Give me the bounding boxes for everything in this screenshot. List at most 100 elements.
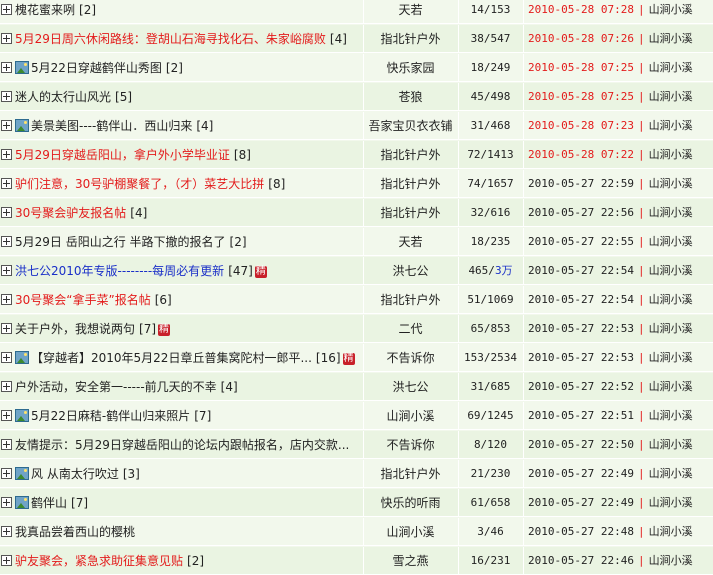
- thread-title-link[interactable]: 关于户外，我想说两句: [15, 322, 135, 336]
- expand-icon[interactable]: [1, 410, 12, 421]
- last-poster-link[interactable]: 山涧小溪: [649, 496, 693, 509]
- page-count[interactable]: [4]: [221, 380, 238, 394]
- last-post-time[interactable]: 2010-05-27 22:59: [528, 177, 634, 190]
- page-count[interactable]: [3]: [123, 467, 140, 481]
- last-post-time[interactable]: 2010-05-27 22:48: [528, 525, 634, 538]
- thread-title-link[interactable]: 5月29日周六休闲路线：登胡山石海寻找化石、朱家峪腐败: [15, 32, 326, 46]
- page-count[interactable]: [47]: [228, 264, 253, 278]
- page-count[interactable]: [16]: [316, 351, 341, 365]
- expand-icon[interactable]: [1, 555, 12, 566]
- last-poster-link[interactable]: 山涧小溪: [649, 206, 693, 219]
- expand-icon[interactable]: [1, 468, 12, 479]
- last-post-time[interactable]: 2010-05-27 22:51: [528, 409, 634, 422]
- thread-title-link[interactable]: 5月22日麻秸-鹤伴山归来照片: [31, 409, 190, 423]
- expand-icon[interactable]: [1, 149, 12, 160]
- last-post-time[interactable]: 2010-05-28 07:22: [528, 148, 634, 161]
- thread-title-link[interactable]: 5月29日穿越岳阳山，拿户外小学毕业证: [15, 148, 230, 162]
- last-poster-link[interactable]: 山涧小溪: [649, 525, 693, 538]
- thread-title-link[interactable]: 美景美图----鹤伴山．西山归来: [31, 119, 192, 133]
- thread-title-link[interactable]: 洪七公2010年专版--------每周必有更新: [15, 264, 224, 278]
- expand-icon[interactable]: [1, 352, 12, 363]
- expand-icon[interactable]: [1, 236, 12, 247]
- thread-title-link[interactable]: 驴友聚会，紧急求助征集意见贴: [15, 554, 183, 568]
- author-link[interactable]: 山涧小溪: [386, 409, 434, 423]
- author-link[interactable]: 苍狼: [398, 90, 422, 104]
- last-poster-link[interactable]: 山涧小溪: [649, 148, 693, 161]
- thread-title-link[interactable]: 5月22日穿越鹤伴山秀图: [31, 61, 162, 75]
- thread-title-link[interactable]: 鹤伴山: [31, 496, 67, 510]
- author-link[interactable]: 指北针户外: [380, 32, 440, 46]
- thread-title-link[interactable]: 风 从南太行吹过: [31, 467, 119, 481]
- last-poster-link[interactable]: 山涧小溪: [649, 293, 693, 306]
- author-link[interactable]: 不告诉你: [386, 351, 434, 365]
- last-post-time[interactable]: 2010-05-28 07:28: [528, 3, 634, 16]
- expand-icon[interactable]: [1, 207, 12, 218]
- last-post-time[interactable]: 2010-05-27 22:53: [528, 351, 634, 364]
- last-post-time[interactable]: 2010-05-27 22:49: [528, 496, 634, 509]
- expand-icon[interactable]: [1, 178, 12, 189]
- expand-icon[interactable]: [1, 294, 12, 305]
- last-post-time[interactable]: 2010-05-28 07:23: [528, 119, 634, 132]
- expand-icon[interactable]: [1, 526, 12, 537]
- last-poster-link[interactable]: 山涧小溪: [649, 3, 693, 16]
- page-count[interactable]: [8]: [268, 177, 285, 191]
- thread-title-link[interactable]: 5月29日 岳阳山之行 半路下撤的报名了: [15, 235, 226, 249]
- last-post-time[interactable]: 2010-05-27 22:56: [528, 206, 634, 219]
- last-post-time[interactable]: 2010-05-27 22:55: [528, 235, 634, 248]
- last-post-time[interactable]: 2010-05-28 07:25: [528, 90, 634, 103]
- last-poster-link[interactable]: 山涧小溪: [649, 264, 693, 277]
- last-poster-link[interactable]: 山涧小溪: [649, 119, 693, 132]
- page-count[interactable]: [8]: [234, 148, 251, 162]
- thread-title-link[interactable]: 驴们注意，30号驴棚聚餐了，（才）菜艺大比拼: [15, 177, 264, 191]
- last-poster-link[interactable]: 山涧小溪: [649, 322, 693, 335]
- page-count[interactable]: [7]: [194, 409, 211, 423]
- page-count[interactable]: [2]: [166, 61, 183, 75]
- author-link[interactable]: 吾家宝贝衣衣铺: [368, 119, 452, 133]
- last-poster-link[interactable]: 山涧小溪: [649, 61, 693, 74]
- last-post-time[interactable]: 2010-05-27 22:46: [528, 554, 634, 567]
- last-post-time[interactable]: 2010-05-27 22:54: [528, 264, 634, 277]
- page-count[interactable]: [4]: [330, 32, 347, 46]
- page-count[interactable]: [2]: [79, 3, 96, 17]
- author-link[interactable]: 天若: [398, 3, 422, 17]
- page-count[interactable]: [7]: [71, 496, 88, 510]
- expand-icon[interactable]: [1, 91, 12, 102]
- page-count[interactable]: [4]: [130, 206, 147, 220]
- author-link[interactable]: 快乐的听雨: [380, 496, 440, 510]
- page-count[interactable]: [7]: [139, 322, 156, 336]
- last-poster-link[interactable]: 山涧小溪: [649, 438, 693, 451]
- last-poster-link[interactable]: 山涧小溪: [649, 467, 693, 480]
- last-post-time[interactable]: 2010-05-28 07:26: [528, 32, 634, 45]
- last-poster-link[interactable]: 山涧小溪: [649, 177, 693, 190]
- expand-icon[interactable]: [1, 265, 12, 276]
- last-poster-link[interactable]: 山涧小溪: [649, 32, 693, 45]
- author-link[interactable]: 洪七公: [392, 264, 428, 278]
- author-link[interactable]: 指北针户外: [380, 467, 440, 481]
- last-poster-link[interactable]: 山涧小溪: [649, 409, 693, 422]
- page-count[interactable]: [2]: [187, 554, 204, 568]
- expand-icon[interactable]: [1, 62, 12, 73]
- page-count[interactable]: [5]: [115, 90, 132, 104]
- last-post-time[interactable]: 2010-05-27 22:54: [528, 293, 634, 306]
- thread-title-link[interactable]: 30号聚会驴友报名帖: [15, 206, 126, 220]
- author-link[interactable]: 天若: [398, 235, 422, 249]
- thread-title-link[interactable]: 迷人的太行山风光: [15, 90, 111, 104]
- last-post-time[interactable]: 2010-05-27 22:53: [528, 322, 634, 335]
- author-link[interactable]: 雪之燕: [392, 554, 428, 568]
- last-post-time[interactable]: 2010-05-27 22:49: [528, 467, 634, 480]
- author-link[interactable]: 指北针户外: [380, 177, 440, 191]
- last-poster-link[interactable]: 山涧小溪: [649, 90, 693, 103]
- expand-icon[interactable]: [1, 120, 12, 131]
- last-post-time[interactable]: 2010-05-27 22:50: [528, 438, 634, 451]
- author-link[interactable]: 山涧小溪: [386, 525, 434, 539]
- expand-icon[interactable]: [1, 323, 12, 334]
- expand-icon[interactable]: [1, 4, 12, 15]
- author-link[interactable]: 洪七公: [392, 380, 428, 394]
- thread-title-link[interactable]: 我真品尝着西山的樱桃: [15, 525, 135, 539]
- expand-icon[interactable]: [1, 497, 12, 508]
- page-count[interactable]: [6]: [155, 293, 172, 307]
- page-count[interactable]: [2]: [230, 235, 247, 249]
- author-link[interactable]: 指北针户外: [380, 148, 440, 162]
- thread-title-link[interactable]: 户外活动，安全第一-----前几天的不幸: [15, 380, 217, 394]
- author-link[interactable]: 不告诉你: [386, 438, 434, 452]
